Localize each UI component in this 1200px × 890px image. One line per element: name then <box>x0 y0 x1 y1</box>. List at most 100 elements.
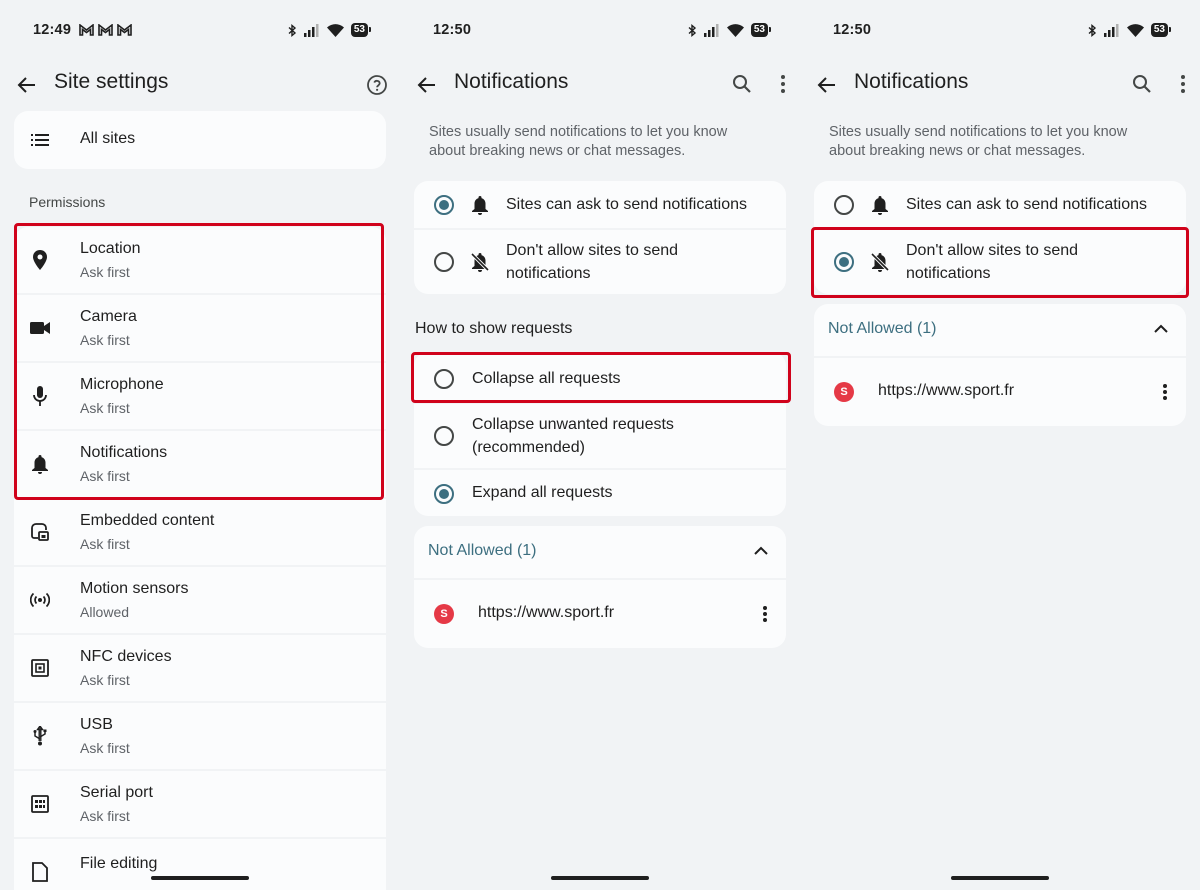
option-label: Collapse all requests <box>472 370 621 387</box>
option-allow-ask[interactable]: Sites can ask to send notifications <box>814 181 1186 228</box>
status-bar: 12:49 53 <box>33 18 372 42</box>
option-block[interactable]: Don't allow sites to send notifications <box>814 230 1186 294</box>
option-block[interactable]: Don't allow sites to send notifications <box>414 230 786 294</box>
blocked-site-row[interactable]: S https://www.sport.fr <box>414 580 786 648</box>
page-title: Notifications <box>854 70 969 93</box>
permission-status: Ask first <box>80 468 130 484</box>
bell-icon <box>470 195 490 215</box>
bell-off-icon <box>470 252 490 272</box>
permission-status: Ask first <box>80 808 130 824</box>
permission-item-usb[interactable]: USB Ask first <box>14 703 386 769</box>
radio-unselected[interactable] <box>434 369 454 389</box>
request-option-collapse-unwanted[interactable]: Collapse unwanted requests (recommended) <box>414 404 786 468</box>
chevron-up-icon[interactable] <box>1154 324 1168 333</box>
all-sites-label: All sites <box>80 130 136 147</box>
bluetooth-icon <box>688 23 696 37</box>
permission-item-serial-port[interactable]: Serial port Ask first <box>14 771 386 837</box>
app-bar: Notifications <box>400 66 800 104</box>
permission-item-motion-sensors[interactable]: Motion sensors Allowed <box>14 567 386 633</box>
option-allow-ask[interactable]: Sites can ask to send notifications <box>414 181 786 228</box>
search-icon[interactable] <box>732 74 752 94</box>
radio-unselected[interactable] <box>434 252 454 272</box>
serial-port-icon <box>30 794 50 814</box>
gmail-icon <box>79 24 94 36</box>
app-bar: Notifications <box>800 66 1200 104</box>
not-allowed-section-header[interactable]: Not Allowed (1) <box>414 526 786 578</box>
option-label: Collapse unwanted requests (recommended) <box>472 416 674 456</box>
request-option-expand-all[interactable]: Expand all requests <box>414 470 786 516</box>
blocked-site-row[interactable]: S https://www.sport.fr <box>814 358 1186 426</box>
permission-item-camera[interactable]: Camera Ask first <box>14 295 386 361</box>
radio-selected[interactable] <box>434 195 454 215</box>
all-sites-item[interactable]: All sites <box>14 111 386 169</box>
back-arrow-icon[interactable] <box>816 74 838 96</box>
option-label: Don't allow sites to send notifications <box>906 242 1079 282</box>
bell-icon <box>30 454 50 474</box>
permission-label: NFC devices <box>80 648 172 665</box>
radio-unselected[interactable] <box>434 426 454 446</box>
permission-status: Ask first <box>80 332 130 348</box>
permission-item-notifications[interactable]: Notifications Ask first <box>14 431 386 497</box>
site-url: https://www.sport.fr <box>478 604 615 621</box>
status-bar: 12:50 53 <box>433 18 772 42</box>
radio-selected[interactable] <box>834 252 854 272</box>
gesture-nav-handle[interactable] <box>951 876 1049 880</box>
permission-item-file-editing[interactable]: File editing <box>14 839 386 890</box>
microphone-icon <box>30 386 50 406</box>
notifications-description: Sites usually send notifications to let … <box>829 124 1128 159</box>
camera-icon <box>30 318 50 338</box>
site-url: https://www.sport.fr <box>878 382 1015 399</box>
permission-label: Notifications <box>80 444 168 461</box>
back-arrow-icon[interactable] <box>16 74 38 96</box>
permission-item-microphone[interactable]: Microphone Ask first <box>14 363 386 429</box>
permission-label: Embedded content <box>80 512 215 529</box>
notifications-screen: 12:50 53 Notifications Sites usually sen… <box>400 0 800 890</box>
app-bar: Site settings <box>0 66 400 104</box>
status-time: 12:50 <box>833 22 872 38</box>
permission-status: Ask first <box>80 264 130 280</box>
search-icon[interactable] <box>1132 74 1152 94</box>
permission-item-location[interactable]: Location Ask first <box>14 227 386 293</box>
more-options-icon[interactable] <box>780 74 786 94</box>
radio-unselected[interactable] <box>834 195 854 215</box>
gesture-nav-handle[interactable] <box>551 876 649 880</box>
bell-off-icon <box>870 252 890 272</box>
battery-indicator: 53 <box>750 23 772 37</box>
requests-header: How to show requests <box>415 320 573 337</box>
gesture-nav-handle[interactable] <box>151 876 249 880</box>
file-editing-icon <box>30 862 50 882</box>
motion-sensors-icon <box>30 590 50 610</box>
permission-status: Ask first <box>80 400 130 416</box>
gmail-icon <box>117 24 132 36</box>
radio-selected[interactable] <box>434 484 454 504</box>
battery-indicator: 53 <box>1150 23 1172 37</box>
permission-item-nfc[interactable]: NFC devices Ask first <box>14 635 386 701</box>
request-option-collapse-all[interactable]: Collapse all requests <box>414 352 786 402</box>
more-options-icon[interactable] <box>1180 74 1186 94</box>
signal-icon <box>303 23 319 37</box>
location-pin-icon <box>30 250 50 270</box>
permission-item-embedded-content[interactable]: Embedded content Ask first <box>14 499 386 565</box>
permission-status: Ask first <box>80 536 130 552</box>
list-icon <box>30 130 50 150</box>
nfc-icon <box>30 658 50 678</box>
permission-label: Location <box>80 240 141 257</box>
back-arrow-icon[interactable] <box>416 74 438 96</box>
help-icon[interactable] <box>366 74 388 96</box>
permission-label: Microphone <box>80 376 164 393</box>
option-label: Expand all requests <box>472 484 613 501</box>
signal-icon <box>1103 23 1119 37</box>
permission-label: Camera <box>80 308 137 325</box>
site-favicon: S <box>434 604 454 624</box>
not-allowed-section-header[interactable]: Not Allowed (1) <box>814 304 1186 356</box>
more-options-icon[interactable] <box>1162 383 1168 401</box>
permission-label: Motion sensors <box>80 580 189 597</box>
option-label: Don't allow sites to send notifications <box>506 242 679 282</box>
status-time: 12:50 <box>433 22 472 38</box>
usb-icon <box>30 726 50 746</box>
chevron-up-icon[interactable] <box>754 546 768 555</box>
bluetooth-icon <box>288 23 296 37</box>
permission-label: Serial port <box>80 784 153 801</box>
site-favicon: S <box>834 382 854 402</box>
more-options-icon[interactable] <box>762 605 768 623</box>
